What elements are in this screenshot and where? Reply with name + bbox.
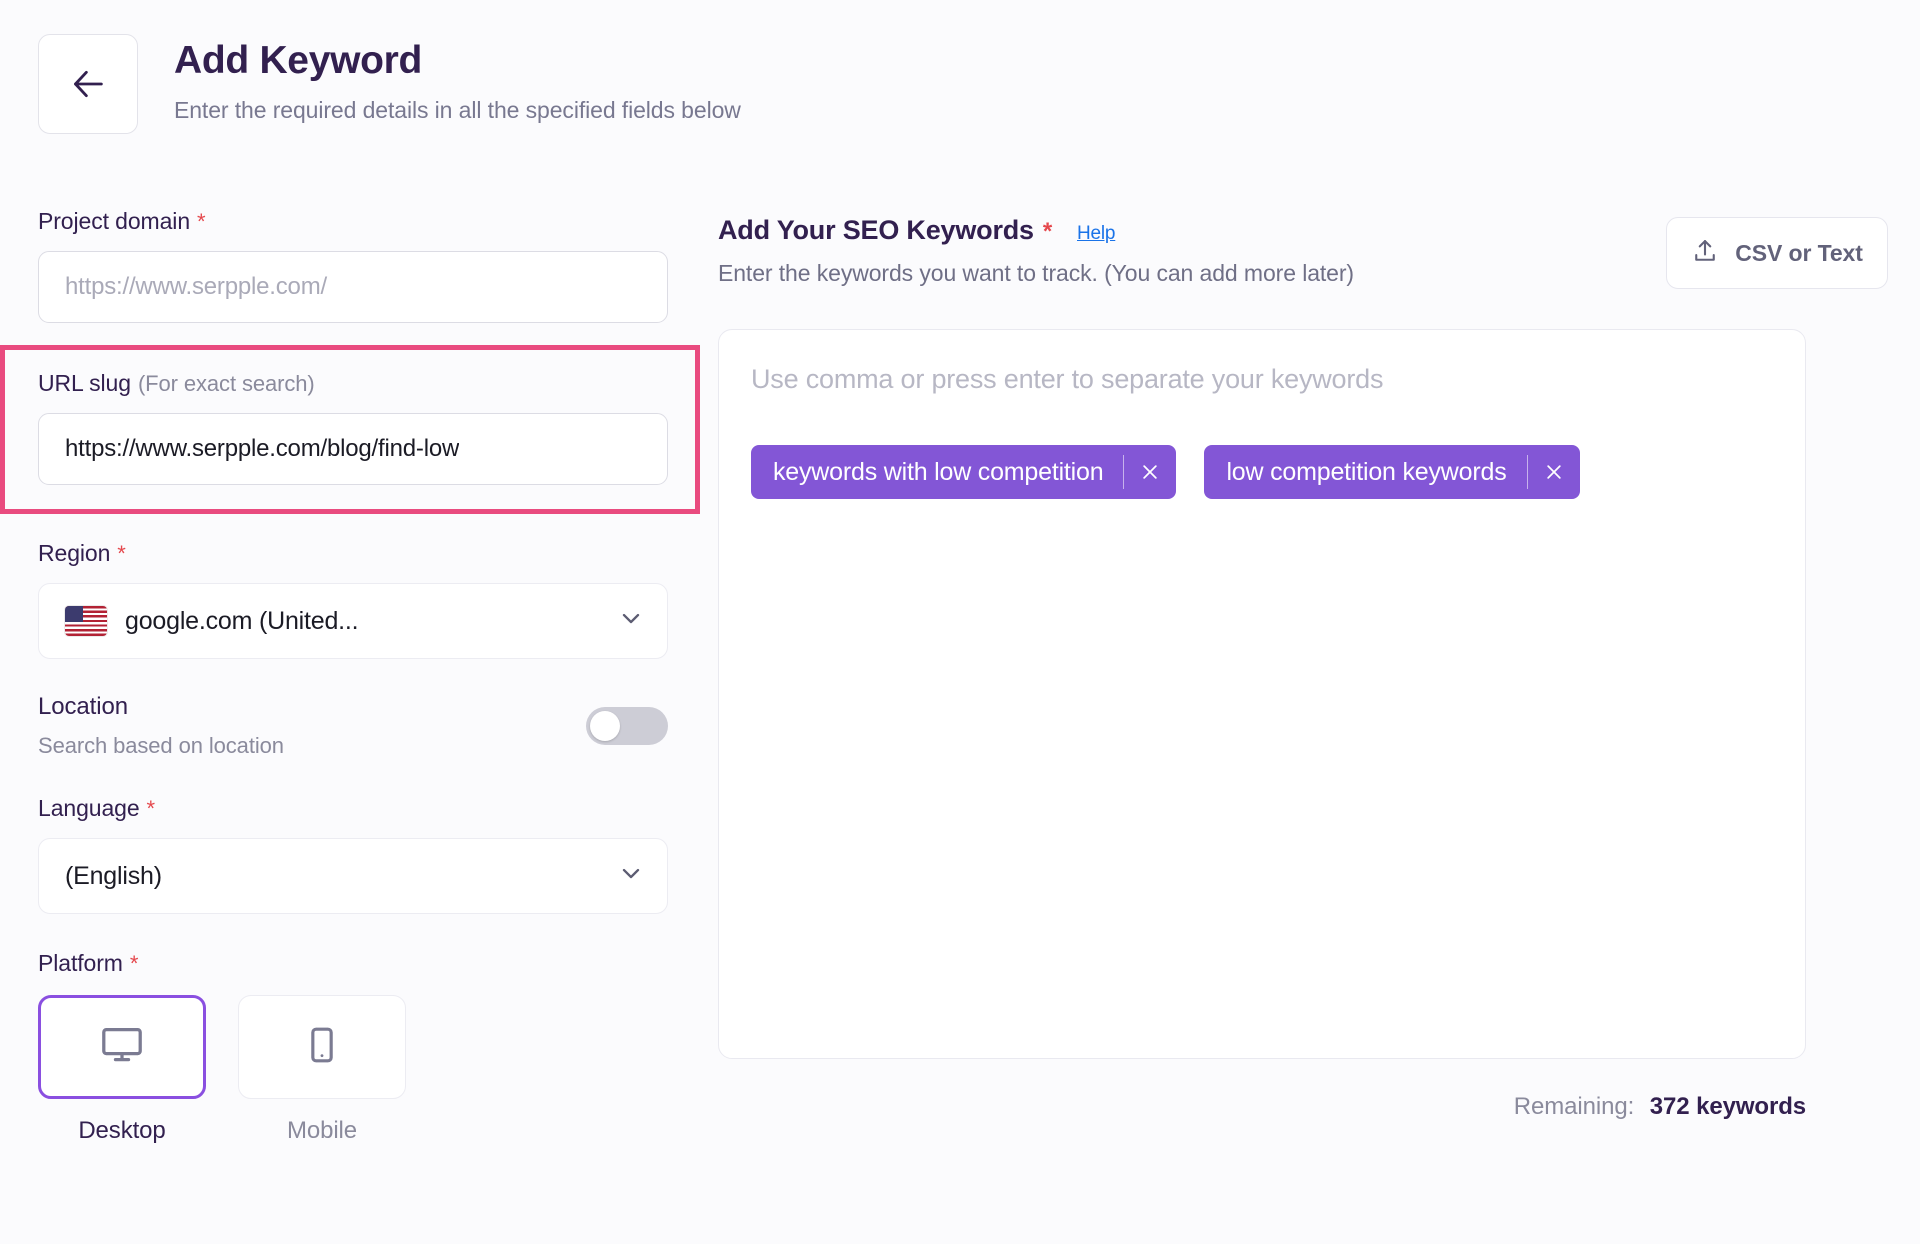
page-header: Add Keyword Enter the required details i… [38, 34, 741, 134]
platform-option-mobile[interactable] [238, 995, 406, 1099]
required-asterisk: * [129, 951, 139, 976]
keywords-title: Add Your SEO Keywords [718, 215, 1034, 245]
page-title: Add Keyword [174, 39, 423, 82]
settings-form: Project domain * https://www.serpple.com… [0, 208, 700, 1145]
language-label: Language * [38, 795, 662, 822]
project-domain-label: Project domain * [38, 208, 662, 235]
field-url-slug-highlighted: URL slug (For exact search) https://www.… [0, 345, 700, 514]
url-slug-label: URL slug (For exact search) [38, 370, 662, 397]
language-selected-value: (English) [65, 861, 162, 890]
keywords-panel: Add Your SEO Keywords * Help Enter the k… [718, 215, 1888, 1121]
project-domain-placeholder: https://www.serpple.com/ [65, 273, 327, 300]
platform-label-mobile: Mobile [286, 1117, 358, 1144]
keyword-tag-list: keywords with low competition low compet… [751, 445, 1773, 499]
back-button[interactable] [38, 34, 138, 134]
url-slug-input[interactable]: https://www.serpple.com/blog/find-low [38, 413, 668, 485]
keywords-input-area[interactable]: Use comma or press enter to separate you… [718, 329, 1806, 1059]
url-slug-hint: (For exact search) [137, 371, 315, 396]
us-flag-icon [65, 606, 107, 636]
location-text-block: Location Search based on location [38, 693, 284, 759]
field-location: Location Search based on location [0, 693, 700, 759]
project-domain-label-text: Project domain [38, 208, 191, 234]
keyword-tag-label: low competition keywords [1226, 457, 1507, 486]
toggle-knob [590, 711, 620, 741]
location-label: Location [38, 693, 128, 720]
field-region: Region * google.com (United... [0, 540, 700, 659]
region-selected-value: google.com (United... [125, 606, 359, 635]
region-label: Region * [38, 540, 662, 567]
keywords-heading-block: Add Your SEO Keywords * Help Enter the k… [718, 215, 1354, 287]
keywords-panel-header: Add Your SEO Keywords * Help Enter the k… [718, 215, 1888, 289]
project-domain-input[interactable]: https://www.serpple.com/ [38, 251, 668, 323]
language-label-text: Language [38, 795, 140, 821]
keyword-tag: keywords with low competition [751, 445, 1177, 499]
required-asterisk: * [197, 209, 206, 234]
upload-icon [1691, 237, 1719, 270]
chevron-down-icon [617, 859, 645, 894]
required-asterisk: * [146, 796, 156, 821]
remaining-label: Remaining: [1513, 1093, 1635, 1120]
remaining-value: 372 keywords [1649, 1093, 1806, 1120]
keyword-tag: low competition keywords [1204, 445, 1580, 499]
platform-label-desktop: Desktop [78, 1117, 166, 1144]
close-icon[interactable] [1528, 445, 1580, 499]
close-icon[interactable] [1124, 445, 1176, 499]
platform-label: Platform * [38, 950, 662, 977]
url-slug-value: https://www.serpple.com/blog/find-low [65, 435, 460, 462]
page-subtitle: Enter the required details in all the sp… [174, 96, 741, 123]
required-asterisk: * [1042, 218, 1052, 245]
keywords-title-row: Add Your SEO Keywords * Help [718, 215, 1354, 246]
arrow-left-icon [68, 64, 108, 104]
keywords-input-placeholder: Use comma or press enter to separate you… [751, 364, 1384, 394]
location-toggle[interactable] [586, 707, 668, 745]
platform-option-mobile-wrapper: Mobile [238, 995, 406, 1145]
remaining-keywords: Remaining: 372 keywords [718, 1093, 1806, 1121]
add-keyword-page: Add Keyword Enter the required details i… [0, 0, 1920, 1244]
csv-or-text-upload-button[interactable]: CSV or Text [1666, 217, 1888, 289]
help-link[interactable]: Help [1077, 223, 1115, 245]
keyword-tag-label: keywords with low competition [773, 457, 1104, 486]
field-platform: Platform * Desktop Mobile [0, 950, 700, 1145]
keywords-subtitle: Enter the keywords you want to track. (Y… [718, 260, 1354, 286]
field-project-domain: Project domain * https://www.serpple.com… [0, 208, 700, 323]
desktop-monitor-icon [99, 1022, 145, 1073]
platform-option-desktop-wrapper: Desktop [38, 995, 206, 1145]
url-slug-label-text: URL slug [38, 370, 131, 396]
header-text-block: Add Keyword Enter the required details i… [174, 34, 741, 124]
mobile-phone-icon [302, 1025, 342, 1070]
platform-label-text: Platform [38, 950, 123, 976]
region-select[interactable]: google.com (United... [38, 583, 668, 659]
platform-option-desktop[interactable] [38, 995, 206, 1099]
csv-or-text-label: CSV or Text [1735, 239, 1863, 266]
required-asterisk: * [117, 541, 126, 566]
language-select[interactable]: (English) [38, 838, 668, 914]
chevron-down-icon [617, 604, 645, 639]
region-label-text: Region [38, 540, 111, 566]
platform-options: Desktop Mobile [38, 995, 662, 1145]
location-description: Search based on location [38, 733, 284, 758]
field-language: Language * (English) [0, 795, 700, 914]
